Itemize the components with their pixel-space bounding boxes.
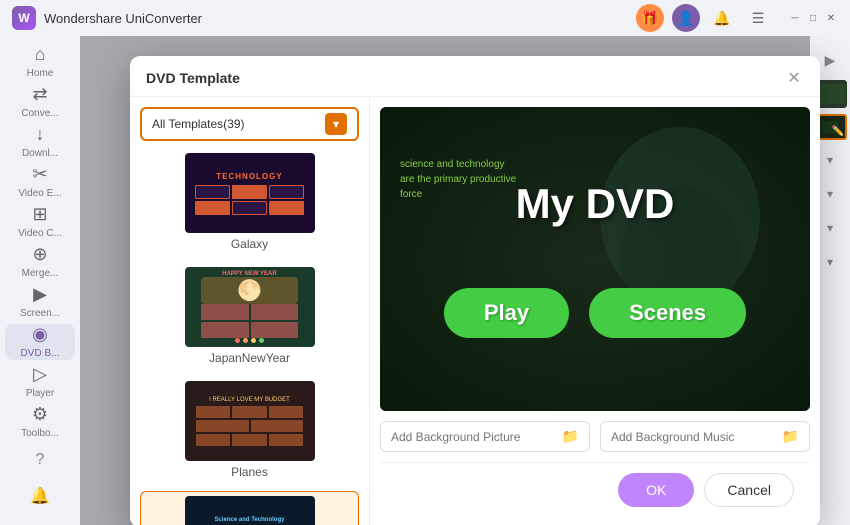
main-content: ⌂ Home ⇄ Conve... ↓ Downl... ✂ Video E..…: [0, 36, 850, 525]
sidebar: ⌂ Home ⇄ Conve... ↓ Downl... ✂ Video E..…: [0, 36, 80, 525]
strip-dropdown-2[interactable]: ▾: [816, 180, 844, 208]
template-thumb-science: Science and Technology: [185, 496, 315, 525]
dvd-scenes-button[interactable]: Scenes: [589, 288, 746, 338]
template-dropdown[interactable]: All Templates(39) ▾: [140, 107, 359, 141]
toolbox-icon: ⚙: [32, 404, 48, 425]
dialog-title: DVD Template: [146, 70, 240, 86]
sidebar-item-dvd[interactable]: ◉ DVD B...: [5, 324, 75, 360]
player-icon: ▷: [33, 364, 47, 385]
dvd-title: My DVD: [516, 180, 675, 228]
template-name-galaxy: Galaxy: [231, 237, 268, 251]
bell-icon[interactable]: 🔔: [708, 4, 736, 32]
merge-icon: ⊕: [32, 244, 47, 265]
template-list: All Templates(39) ▾ TECHNOLOGY: [130, 97, 370, 525]
preview-canvas: science and technology are the primary p…: [380, 107, 810, 411]
title-bar-left: W Wondershare UniConverter: [12, 6, 202, 30]
maximize-button[interactable]: □: [806, 11, 820, 25]
sidebar-item-screen[interactable]: ▶ Screen...: [5, 284, 75, 320]
title-bar: W Wondershare UniConverter 🎁 👤 🔔 ☰ ─ □ ✕: [0, 0, 850, 36]
sidebar-item-label: Home: [27, 68, 54, 80]
dvd-subtitle: science and technology are the primary p…: [400, 157, 520, 202]
dropdown-arrow: ▾: [325, 113, 347, 135]
bg-music-input[interactable]: [611, 430, 774, 444]
template-item-planes[interactable]: I REALLY LOVE MY BUDGET: [140, 377, 359, 483]
user-icon[interactable]: 👤: [672, 4, 700, 32]
sidebar-item-home[interactable]: ⌂ Home: [5, 44, 75, 80]
sidebar-item-video-comp[interactable]: ⊞ Video C...: [5, 204, 75, 240]
sidebar-item-download[interactable]: ↓ Downl...: [5, 124, 75, 160]
template-thumb-galaxy: TECHNOLOGY: [185, 153, 315, 233]
sidebar-item-label: Screen...: [20, 308, 60, 320]
bg-music-group: 📁: [600, 421, 810, 452]
dialog-body: All Templates(39) ▾ TECHNOLOGY: [130, 97, 820, 525]
dvd-buttons: Play Scenes: [444, 288, 746, 338]
template-item-science[interactable]: Science and Technology: [140, 491, 359, 525]
app-title: Wondershare UniConverter: [44, 11, 202, 26]
template-name-planes: Planes: [231, 465, 268, 479]
sidebar-item-label: Video E...: [18, 188, 61, 200]
preview-area: science and technology are the primary p…: [370, 97, 820, 525]
bg-picture-input[interactable]: [391, 430, 554, 444]
dropdown-label: All Templates(39): [152, 117, 244, 131]
preview-inputs: 📁 📁: [380, 421, 810, 452]
dialog-header: DVD Template ✕: [130, 56, 820, 97]
screen-icon: ▶: [33, 284, 47, 305]
folder-icon-music[interactable]: 📁: [782, 428, 799, 445]
dvd-play-button[interactable]: Play: [444, 288, 569, 338]
template-name-japan: JapanNewYear: [209, 351, 290, 365]
sidebar-item-toolbox[interactable]: ⚙ Toolbo...: [5, 404, 75, 440]
sidebar-item-label: Toolbo...: [21, 428, 59, 440]
app-logo: W: [12, 6, 36, 30]
feedback-icon[interactable]: ☺: [24, 516, 56, 525]
help-icon[interactable]: ?: [24, 444, 56, 476]
dialog-footer: OK Cancel: [380, 462, 810, 517]
download-icon: ↓: [36, 124, 45, 145]
video-edit-icon: ✂: [32, 164, 47, 185]
sidebar-item-label: Conve...: [21, 108, 58, 120]
template-item-japan[interactable]: HAPPY NEW YEAR 🌕: [140, 263, 359, 369]
sidebar-item-label: Player: [26, 388, 54, 400]
cancel-button[interactable]: Cancel: [704, 473, 794, 507]
template-item-galaxy[interactable]: TECHNOLOGY: [140, 149, 359, 255]
sidebar-item-video-edit[interactable]: ✂ Video E...: [5, 164, 75, 200]
home-icon: ⌂: [35, 44, 46, 65]
template-thumb-planes: I REALLY LOVE MY BUDGET: [185, 381, 315, 461]
template-thumb-japan: HAPPY NEW YEAR 🌕: [185, 267, 315, 347]
dvd-icon: ◉: [32, 324, 48, 345]
sidebar-item-label: Downl...: [22, 148, 58, 160]
minimize-button[interactable]: ─: [788, 11, 802, 25]
window-controls: ─ □ ✕: [788, 11, 838, 25]
menu-icon[interactable]: ☰: [744, 4, 772, 32]
app-window: W Wondershare UniConverter 🎁 👤 🔔 ☰ ─ □ ✕…: [0, 0, 850, 525]
strip-dropdown-1[interactable]: ▾: [816, 146, 844, 174]
sidebar-item-merge[interactable]: ⊕ Merge...: [5, 244, 75, 280]
close-button[interactable]: ✕: [824, 11, 838, 25]
sidebar-item-label: DVD B...: [21, 348, 60, 360]
ok-button[interactable]: OK: [618, 473, 694, 507]
sidebar-item-label: Video C...: [18, 228, 62, 240]
title-bar-right: 🎁 👤 🔔 ☰ ─ □ ✕: [636, 4, 838, 32]
sidebar-bottom: ? 🔔 ☺: [24, 444, 56, 525]
strip-arrow-button[interactable]: ▶: [816, 46, 844, 74]
convert-icon: ⇄: [32, 84, 47, 105]
right-panel: ▶ ✏ ▾ ▾ ▾ ▾ DVD Template ✕: [80, 36, 850, 525]
bg-picture-group: 📁: [380, 421, 590, 452]
video-comp-icon: ⊞: [32, 204, 47, 225]
strip-dropdown-3[interactable]: ▾: [816, 214, 844, 242]
folder-icon-picture[interactable]: 📁: [562, 428, 579, 445]
strip-dropdown-4[interactable]: ▾: [816, 248, 844, 276]
sidebar-item-convert[interactable]: ⇄ Conve...: [5, 84, 75, 120]
sidebar-item-player[interactable]: ▷ Player: [5, 364, 75, 400]
dvd-template-dialog: DVD Template ✕ All Templates(39) ▾: [130, 56, 820, 525]
notification-icon[interactable]: 🔔: [24, 480, 56, 512]
dialog-close-button[interactable]: ✕: [784, 68, 804, 88]
sidebar-item-label: Merge...: [22, 268, 59, 280]
gift-icon[interactable]: 🎁: [636, 4, 664, 32]
